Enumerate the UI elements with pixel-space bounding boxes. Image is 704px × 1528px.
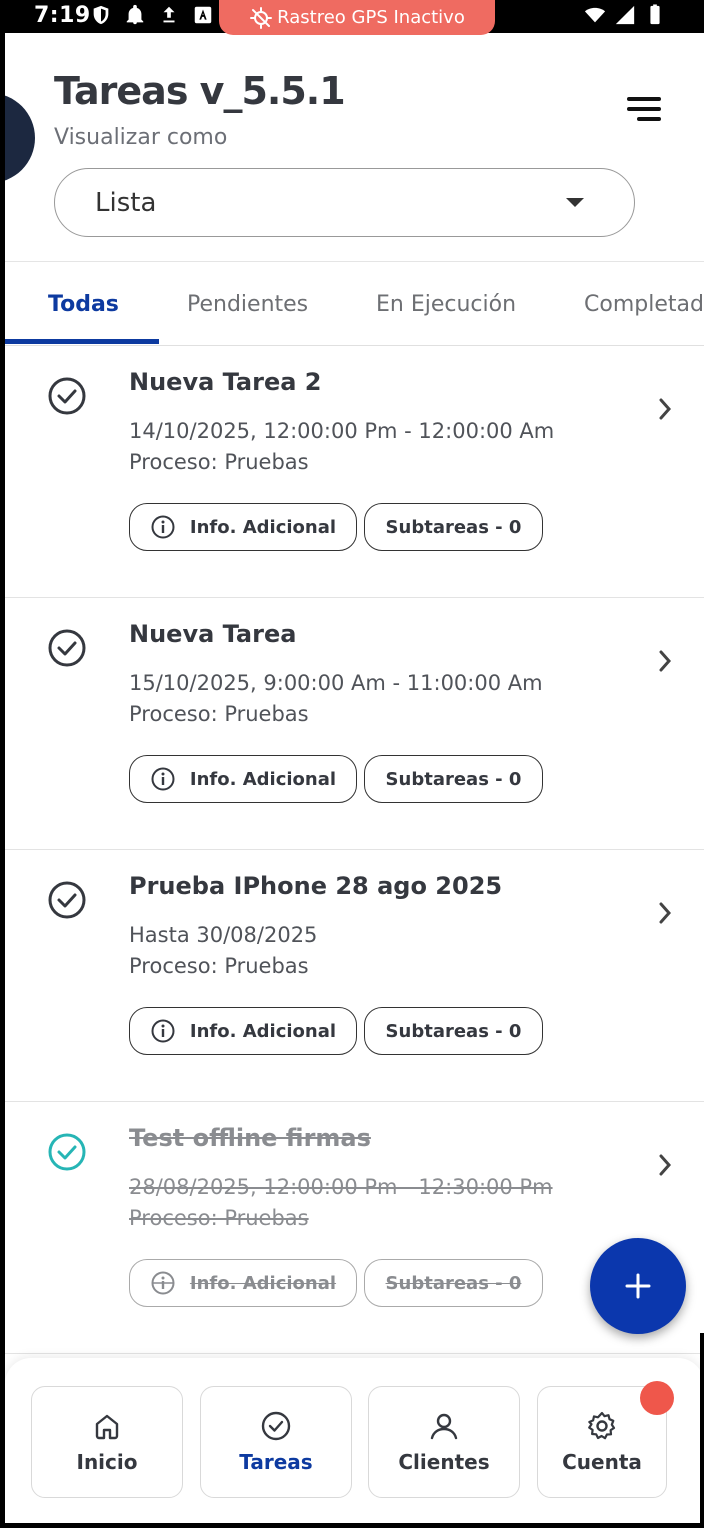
wifi-icon (584, 4, 606, 26)
page-title: Tareas v_5.5.1 (54, 69, 346, 113)
task-process: Proceso: Pruebas (129, 1206, 309, 1230)
task-title: Nueva Tarea (129, 620, 297, 648)
task-tabs: Todas Pendientes En Ejecución Completad (5, 262, 704, 345)
caret-down-icon (566, 198, 584, 207)
info-icon (151, 1019, 175, 1043)
chevron-right-icon (659, 650, 672, 672)
user-icon (430, 1413, 458, 1440)
active-tab-indicator (5, 339, 159, 344)
menu-line (637, 117, 661, 121)
task-date: 28/08/2025, 12:00:00 Pm - 12:30:00 Pm (129, 1175, 553, 1199)
info-adicional-button[interactable]: Info. Adicional (129, 503, 357, 551)
view-mode-value: Lista (95, 187, 157, 218)
task-item[interactable]: Nueva Tarea 15/10/2025, 9:00:00 Am - 11:… (5, 598, 704, 850)
menu-line (627, 97, 661, 101)
gear-icon (588, 1411, 616, 1440)
info-adicional-label: Info. Adicional (189, 768, 337, 790)
task-title: Nueva Tarea 2 (129, 368, 322, 396)
tab-todas[interactable]: Todas (48, 292, 119, 317)
subtareas-button[interactable]: Subtareas - 0 (364, 755, 543, 803)
task-title: Prueba IPhone 28 ago 2025 (129, 872, 503, 900)
check-circle-icon (48, 377, 86, 415)
subtareas-button[interactable]: Subtareas - 0 (364, 1007, 543, 1055)
check-circle-icon (48, 629, 86, 667)
nav-cuenta[interactable]: Cuenta (537, 1381, 674, 1498)
nav-clientes[interactable]: Clientes (368, 1386, 520, 1498)
subtareas-button[interactable]: Subtareas - 0 (364, 1259, 543, 1307)
task-item-completed[interactable]: Test offline firmas 28/08/2025, 12:00:00… (5, 1102, 704, 1354)
subtareas-button[interactable]: Subtareas - 0 (364, 503, 543, 551)
task-process: Proceso: Pruebas (129, 954, 309, 978)
bell-icon (124, 4, 146, 26)
tab-completadas[interactable]: Completad (584, 292, 704, 317)
tab-en-ejecucion[interactable]: En Ejecución (376, 292, 516, 317)
nav-label: Clientes (398, 1450, 490, 1474)
home-icon (95, 1414, 119, 1440)
bottom-navigation: Inicio Tareas Clientes Cuenta (5, 1358, 704, 1523)
gps-off-icon (250, 6, 273, 29)
check-circle-icon (48, 1133, 86, 1171)
task-process: Proceso: Pruebas (129, 450, 309, 474)
battery-icon (644, 4, 666, 26)
keyboard-a-icon (192, 4, 214, 26)
nav-tareas[interactable]: Tareas (200, 1386, 352, 1498)
task-date: 15/10/2025, 9:00:00 Am - 11:00:00 Am (129, 671, 543, 695)
info-adicional-button[interactable]: Info. Adicional (129, 1007, 357, 1055)
check-circle-icon (261, 1411, 291, 1441)
view-mode-select[interactable]: Lista (54, 168, 635, 237)
subtareas-label: Subtareas - 0 (385, 1020, 522, 1042)
status-icons-left (90, 4, 214, 26)
info-icon (151, 515, 175, 539)
chevron-right-icon (659, 1154, 672, 1176)
info-adicional-button[interactable]: Info. Adicional (129, 755, 357, 803)
view-as-label: Visualizar como (54, 125, 228, 150)
chevron-right-icon (659, 902, 672, 924)
task-date: Hasta 30/08/2025 (129, 923, 318, 947)
nav-inicio[interactable]: Inicio (31, 1386, 183, 1498)
signal-icon (614, 4, 636, 26)
subtareas-label: Subtareas - 0 (385, 1272, 522, 1294)
task-item[interactable]: Prueba IPhone 28 ago 2025 Hasta 30/08/20… (5, 850, 704, 1102)
download-icon (158, 4, 180, 26)
task-item[interactable]: Nueva Tarea 2 14/10/2025, 12:00:00 Pm - … (5, 346, 704, 598)
shield-icon (90, 4, 112, 26)
nav-label: Inicio (76, 1450, 138, 1474)
add-task-button[interactable] (590, 1238, 686, 1334)
task-date: 14/10/2025, 12:00:00 Pm - 12:00:00 Am (129, 419, 555, 443)
task-process: Proceso: Pruebas (129, 702, 309, 726)
task-title: Test offline firmas (129, 1124, 371, 1152)
check-circle-icon (48, 881, 86, 919)
app-screen: Tareas v_5.5.1 Visualizar como Lista Tod… (5, 33, 704, 1523)
info-adicional-label: Info. Adicional (189, 1020, 337, 1042)
drawer-handle[interactable] (5, 93, 35, 183)
info-adicional-label: Info. Adicional (189, 1272, 337, 1294)
nav-label: Cuenta (562, 1450, 642, 1474)
notification-badge (640, 1381, 674, 1415)
info-icon (151, 1271, 175, 1295)
status-time: 7:19 (34, 3, 91, 28)
gps-status-label: Rastreo GPS Inactivo (277, 7, 465, 28)
filter-menu-button[interactable] (617, 91, 661, 127)
menu-line (627, 107, 661, 111)
nav-label: Tareas (239, 1450, 313, 1474)
info-adicional-button[interactable]: Info. Adicional (129, 1259, 357, 1307)
chevron-right-icon (659, 398, 672, 420)
status-icons-right (584, 4, 666, 26)
info-adicional-label: Info. Adicional (189, 516, 337, 538)
info-icon (151, 767, 175, 791)
subtareas-label: Subtareas - 0 (385, 516, 522, 538)
plus-icon (625, 1273, 651, 1299)
subtareas-label: Subtareas - 0 (385, 768, 522, 790)
screen-edge (700, 1333, 704, 1523)
gps-status-banner[interactable]: Rastreo GPS Inactivo (219, 0, 495, 35)
tab-pendientes[interactable]: Pendientes (187, 292, 308, 317)
